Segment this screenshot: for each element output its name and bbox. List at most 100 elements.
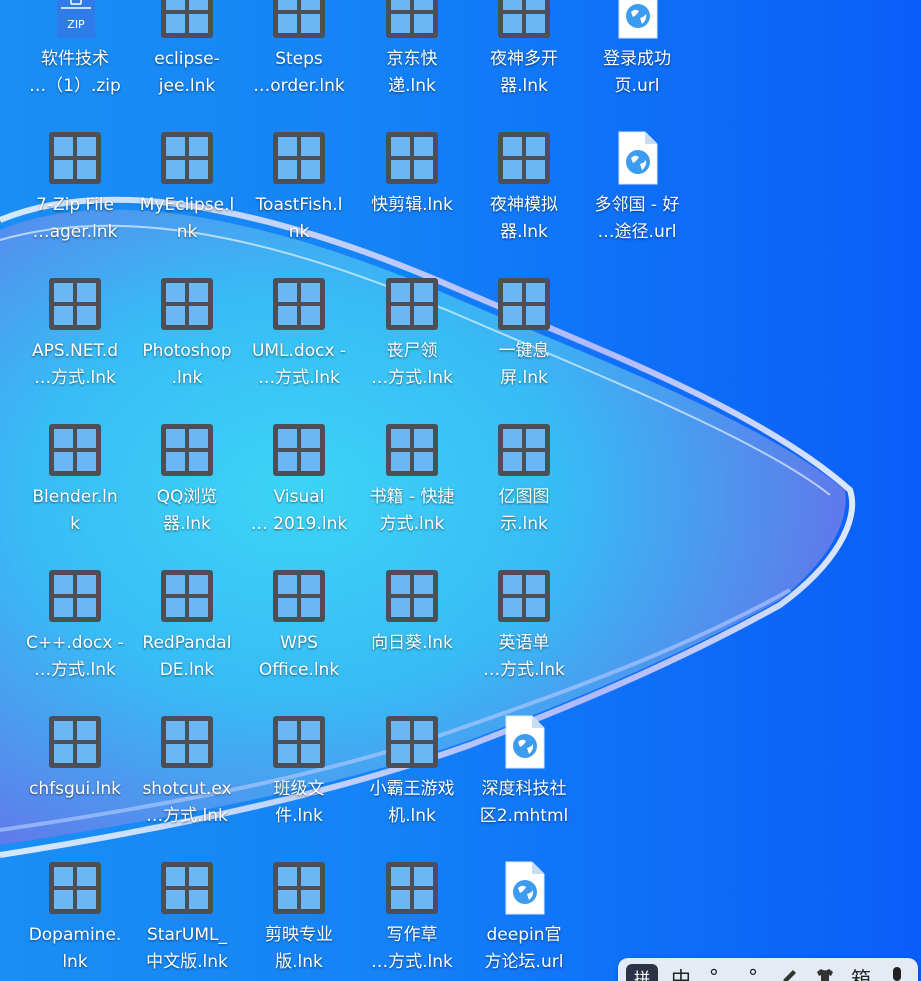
- desktop-icon-label: UML.docx - …方式.lnk: [251, 341, 347, 388]
- ime-punctuation-toggle[interactable]: °,: [704, 964, 730, 981]
- desktop-icon-label: Blender.ln k: [32, 487, 118, 534]
- desktop-icon-label: StarUML_ 中文版.lnk: [146, 925, 228, 972]
- desktop-icon[interactable]: 夜神模拟 器.lnk: [470, 128, 578, 272]
- app-shortcut-icon: [496, 130, 552, 186]
- app-shortcut-icon: [271, 0, 327, 40]
- desktop-icon-label: Photoshop .lnk: [142, 341, 232, 388]
- app-shortcut-icon: [271, 422, 327, 478]
- desktop-icon-label: shotcut.ex …方式.lnk: [142, 779, 232, 826]
- shirt-icon[interactable]: [812, 964, 838, 981]
- app-shortcut-icon: [159, 860, 215, 916]
- ime-toolbar[interactable]: 拼 中 °, ° 箱: [618, 958, 918, 981]
- desktop-icon-label: 软件技术 …（1）.zip: [29, 49, 121, 96]
- ime-pinyin-toggle[interactable]: °: [740, 964, 766, 981]
- desktop-icon-label: 班级文 件.lnk: [273, 779, 325, 826]
- app-shortcut-icon: [271, 568, 327, 624]
- desktop-icon-label: chfsgui.lnk: [29, 779, 121, 799]
- desktop-icon[interactable]: 亿图图 示.lnk: [470, 420, 578, 564]
- desktop-icon-label: 一键息 屏.lnk: [498, 341, 550, 388]
- desktop-icon[interactable]: 登录成功 页.url: [583, 0, 691, 126]
- desktop-icon[interactable]: chfsgui.lnk: [21, 712, 129, 856]
- desktop-icon[interactable]: QQ浏览 器.lnk: [133, 420, 241, 564]
- desktop-icon[interactable]: 写作草 …方式.lnk: [358, 858, 466, 981]
- desktop-icon-label: ToastFish.l nk: [255, 195, 343, 242]
- desktop-icon-label: 丧尸领 …方式.lnk: [371, 341, 453, 388]
- desktop-icon[interactable]: 夜神多开 器.lnk: [470, 0, 578, 126]
- desktop-icon-label: 京东快 递.lnk: [386, 49, 438, 96]
- app-shortcut-icon: [159, 422, 215, 478]
- app-shortcut-icon: [271, 860, 327, 916]
- desktop-icon[interactable]: 深度科技社 区2.mhtml: [470, 712, 578, 856]
- app-shortcut-icon: [384, 0, 440, 40]
- desktop-icon[interactable]: 小霸王游戏 机.lnk: [358, 712, 466, 856]
- app-shortcut-icon: [47, 276, 103, 332]
- desktop-icon-label: 快剪辑.lnk: [371, 195, 453, 215]
- app-shortcut-icon: [271, 276, 327, 332]
- desktop-icon[interactable]: 英语单 …方式.lnk: [470, 566, 578, 710]
- desktop-icon-label: 登录成功 页.url: [603, 49, 671, 96]
- desktop-icon-label: 多邻国 - 好 …途径.url: [594, 195, 680, 242]
- app-shortcut-icon: [496, 276, 552, 332]
- desktop-icon[interactable]: 快剪辑.lnk: [358, 128, 466, 272]
- app-shortcut-icon: [159, 0, 215, 40]
- desktop-icon-label: 亿图图 示.lnk: [498, 487, 550, 534]
- app-shortcut-icon: [47, 714, 103, 770]
- desktop-icon[interactable]: Photoshop .lnk: [133, 274, 241, 418]
- desktop-icon[interactable]: StarUML_ 中文版.lnk: [133, 858, 241, 981]
- desktop-icon[interactable]: 向日葵.lnk: [358, 566, 466, 710]
- ime-mode-toggle[interactable]: 中: [668, 964, 694, 981]
- desktop-icon[interactable]: 京东快 递.lnk: [358, 0, 466, 126]
- desktop-icon-label: Dopamine. lnk: [28, 925, 122, 972]
- ime-toolbox[interactable]: 箱: [848, 964, 874, 981]
- web-link-icon: [496, 714, 552, 770]
- desktop-icon[interactable]: UML.docx - …方式.lnk: [245, 274, 353, 418]
- app-shortcut-icon: [384, 130, 440, 186]
- desktop-icon[interactable]: RedPandaI DE.lnk: [133, 566, 241, 710]
- app-shortcut-icon: [271, 714, 327, 770]
- desktop-icon[interactable]: shotcut.ex …方式.lnk: [133, 712, 241, 856]
- desktop-icon[interactable]: WPS Office.lnk: [245, 566, 353, 710]
- mic-icon[interactable]: [884, 964, 910, 981]
- app-shortcut-icon: [271, 130, 327, 186]
- app-shortcut-icon: [384, 422, 440, 478]
- desktop-icon[interactable]: C++.docx - …方式.lnk: [21, 566, 129, 710]
- desktop-icon[interactable]: ToastFish.l nk: [245, 128, 353, 272]
- desktop-icon[interactable]: Steps …order.lnk: [245, 0, 353, 126]
- desktop-icon[interactable]: deepin官 方论坛.url: [470, 858, 578, 981]
- pen-icon[interactable]: [776, 964, 802, 981]
- desktop-icon[interactable]: 多邻国 - 好 …途径.url: [583, 128, 691, 272]
- app-shortcut-icon: [47, 422, 103, 478]
- desktop-icon-label: deepin官 方论坛.url: [484, 925, 564, 972]
- desktop-icon[interactable]: 剪映专业 版.lnk: [245, 858, 353, 981]
- desktop-icon[interactable]: 班级文 件.lnk: [245, 712, 353, 856]
- desktop-icon[interactable]: 一键息 屏.lnk: [470, 274, 578, 418]
- desktop-icon[interactable]: ZIP 软件技术 …（1）.zip: [21, 0, 129, 126]
- desktop-icon[interactable]: 书籍 - 快捷 方式.lnk: [358, 420, 466, 564]
- app-shortcut-icon: [159, 130, 215, 186]
- desktop-icon-label: 向日葵.lnk: [371, 633, 453, 653]
- web-link-icon: [496, 860, 552, 916]
- desktop-icon[interactable]: Dopamine. lnk: [21, 858, 129, 981]
- desktop-icon-label: Visual … 2019.lnk: [250, 487, 348, 534]
- desktop-icon-label: 剪映专业 版.lnk: [265, 925, 333, 972]
- desktop-icon[interactable]: eclipse- jee.lnk: [133, 0, 241, 126]
- ime-logo[interactable]: 拼: [626, 964, 658, 981]
- desktop-icon-label: APS.NET.d …方式.lnk: [31, 341, 119, 388]
- desktop-icon[interactable]: 7-Zip File …ager.lnk: [21, 128, 129, 272]
- app-shortcut-icon: [47, 568, 103, 624]
- desktop-icon-label: RedPandaI DE.lnk: [142, 633, 232, 680]
- app-shortcut-icon: [47, 130, 103, 186]
- desktop-icon[interactable]: APS.NET.d …方式.lnk: [21, 274, 129, 418]
- desktop-icon-label: C++.docx - …方式.lnk: [26, 633, 124, 680]
- desktop-icon[interactable]: 丧尸领 …方式.lnk: [358, 274, 466, 418]
- desktop-icon[interactable]: MyEclipse.l nk: [133, 128, 241, 272]
- app-shortcut-icon: [159, 276, 215, 332]
- web-link-icon: [609, 130, 665, 186]
- desktop-icon-label: MyEclipse.l nk: [139, 195, 235, 242]
- desktop-icon-label: 书籍 - 快捷 方式.lnk: [369, 487, 455, 534]
- desktop-icon-label: 英语单 …方式.lnk: [483, 633, 565, 680]
- desktop-icon[interactable]: Visual … 2019.lnk: [245, 420, 353, 564]
- app-shortcut-icon: [496, 422, 552, 478]
- svg-text:ZIP: ZIP: [67, 18, 85, 31]
- desktop-icon[interactable]: Blender.ln k: [21, 420, 129, 564]
